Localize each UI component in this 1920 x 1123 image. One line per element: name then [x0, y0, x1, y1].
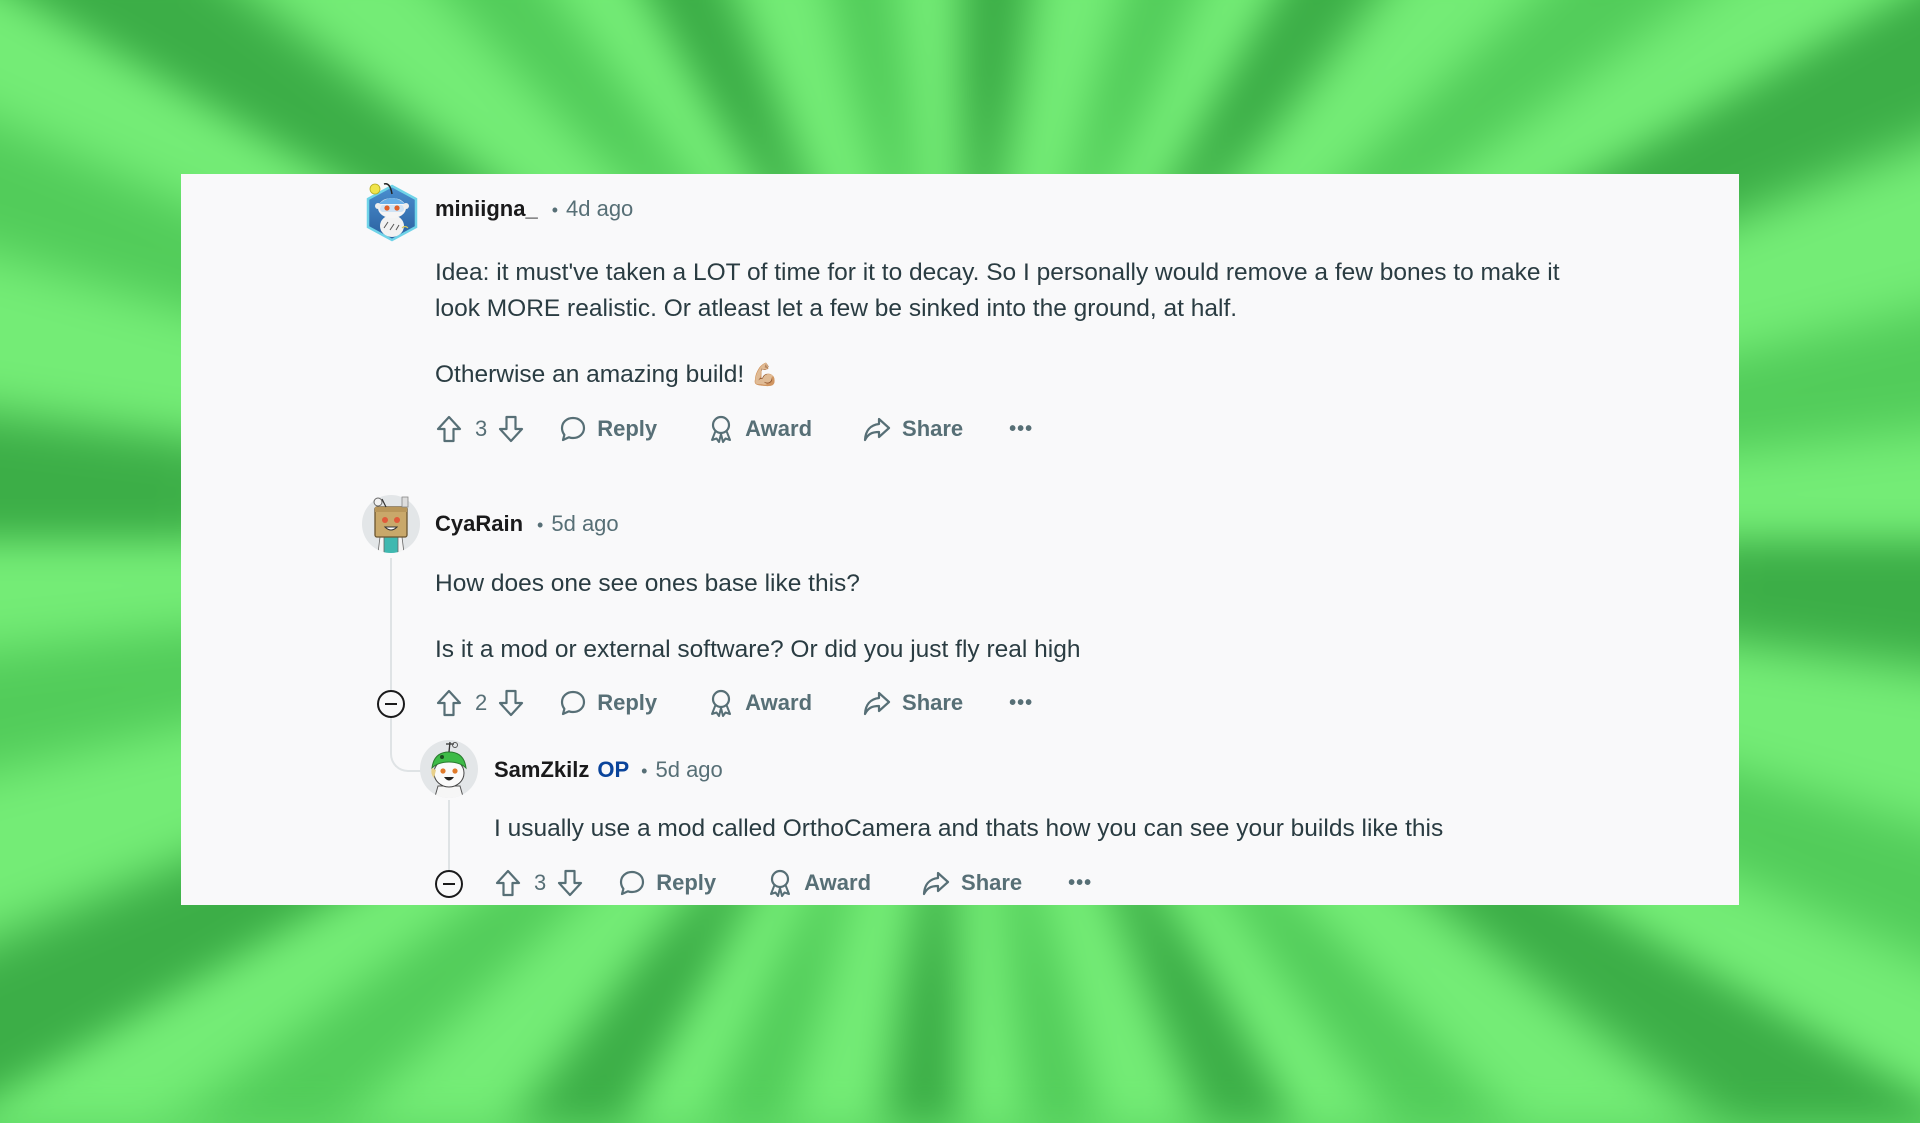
share-button[interactable]: Share [862, 689, 963, 717]
comment-meta: CyaRain • 5d ago [435, 511, 619, 537]
award-button[interactable]: Award [766, 868, 871, 898]
thread-line [448, 800, 450, 870]
collapse-thread-button[interactable] [377, 690, 405, 718]
award-button[interactable]: Award [707, 688, 812, 718]
share-label: Share [961, 870, 1023, 895]
timestamp[interactable]: 4d ago [566, 196, 633, 222]
body-line: Is it a mod or external software? Or did… [435, 636, 1081, 663]
comment-bubble-icon [561, 416, 586, 442]
upvote-button[interactable] [435, 688, 463, 718]
comment-bubble-icon [561, 690, 586, 716]
share-arrow-icon [863, 417, 891, 442]
reply-button[interactable]: Reply [618, 869, 716, 897]
separator: • [551, 200, 558, 220]
comment-meta: miniigna_ • 4d ago [435, 196, 633, 222]
snoo-avatar-hexagon-icon [366, 182, 418, 242]
more-options-button[interactable]: ••• [1068, 872, 1092, 895]
avatar-samzkilz[interactable] [420, 740, 478, 798]
ellipsis-icon: ••• [1009, 691, 1034, 714]
reply-label: Reply [597, 690, 658, 715]
downvote-arrow-icon [499, 689, 524, 717]
downvote-button[interactable] [497, 688, 525, 718]
comment-actions: 3 Reply Award Share ••• [494, 865, 1092, 901]
body-line: Otherwise an amazing build! [435, 361, 745, 388]
upvote-button[interactable] [435, 414, 463, 444]
comment-actions: 3 Reply Award Share ••• [435, 411, 1033, 447]
award-ribbon-icon [711, 415, 732, 443]
snoo-avatar-frog-hat-icon [420, 740, 478, 798]
avatar-cyarain[interactable] [362, 495, 420, 553]
comment-body: How does one see ones base like this? Is… [435, 566, 1080, 668]
vote-count: 2 [475, 690, 488, 715]
downvote-button[interactable] [497, 414, 525, 444]
username[interactable]: SamZkilz [494, 757, 589, 783]
reply-button[interactable]: Reply [559, 689, 657, 717]
award-label: Award [804, 870, 872, 895]
vote-count: 3 [534, 870, 547, 895]
username[interactable]: miniigna_ [435, 196, 538, 222]
upvote-arrow-icon [436, 415, 462, 443]
body-line: look MORE realistic. Or atleast let a fe… [435, 295, 1238, 322]
timestamp[interactable]: 5d ago [655, 757, 722, 783]
upvote-arrow-icon [436, 689, 462, 717]
op-badge: OP [597, 757, 630, 782]
award-button[interactable]: Award [707, 414, 812, 444]
downvote-button[interactable] [556, 868, 584, 898]
downvote-arrow-icon [558, 869, 583, 897]
timestamp[interactable]: 5d ago [551, 511, 618, 537]
share-label: Share [902, 416, 964, 441]
vote-count: 3 [475, 416, 488, 441]
comment-actions: 2 Reply Award Share ••• [435, 685, 1033, 721]
reply-label: Reply [656, 870, 717, 895]
username[interactable]: CyaRain [435, 511, 523, 537]
share-arrow-icon [863, 691, 891, 716]
share-label: Share [902, 690, 964, 715]
comment-bubble-icon [620, 870, 645, 896]
more-options-button[interactable]: ••• [1009, 418, 1033, 441]
downvote-arrow-icon [499, 415, 524, 443]
comment-body: I usually use a mod called OrthoCamera a… [494, 811, 1443, 847]
avatar-miniigna[interactable] [362, 180, 422, 242]
separator: • [641, 761, 648, 781]
collapse-thread-button[interactable] [435, 870, 463, 898]
award-label: Award [745, 690, 813, 715]
share-button[interactable]: Share [921, 869, 1022, 897]
comment-meta: SamZkilz OP • 5d ago [494, 757, 723, 783]
comment-thread-card: miniigna_ • 4d ago Idea: it must've take… [181, 174, 1739, 905]
flexed-biceps-emoji: 💪🏼 [750, 362, 779, 387]
share-arrow-icon [922, 871, 950, 896]
ellipsis-icon: ••• [1009, 417, 1034, 440]
separator: • [537, 515, 544, 535]
body-line: Idea: it must've taken a LOT of time for… [435, 259, 1560, 286]
body-line: I usually use a mod called OrthoCamera a… [494, 815, 1444, 842]
award-label: Award [745, 416, 813, 441]
reply-label: Reply [597, 416, 658, 441]
reply-button[interactable]: Reply [559, 415, 657, 443]
award-ribbon-icon [770, 869, 791, 897]
award-ribbon-icon [711, 689, 732, 717]
snoo-avatar-box-head-icon [362, 495, 420, 553]
thread-line [390, 558, 392, 690]
comment-body: Idea: it must've taken a LOT of time for… [435, 255, 1560, 393]
upvote-arrow-icon [495, 869, 521, 897]
upvote-button[interactable] [494, 868, 522, 898]
share-button[interactable]: Share [862, 415, 963, 443]
ellipsis-icon: ••• [1068, 871, 1093, 894]
body-line: How does one see ones base like this? [435, 570, 860, 597]
body-paragraph: Otherwise an amazing build! 💪🏼 [435, 357, 1560, 393]
more-options-button[interactable]: ••• [1009, 692, 1033, 715]
